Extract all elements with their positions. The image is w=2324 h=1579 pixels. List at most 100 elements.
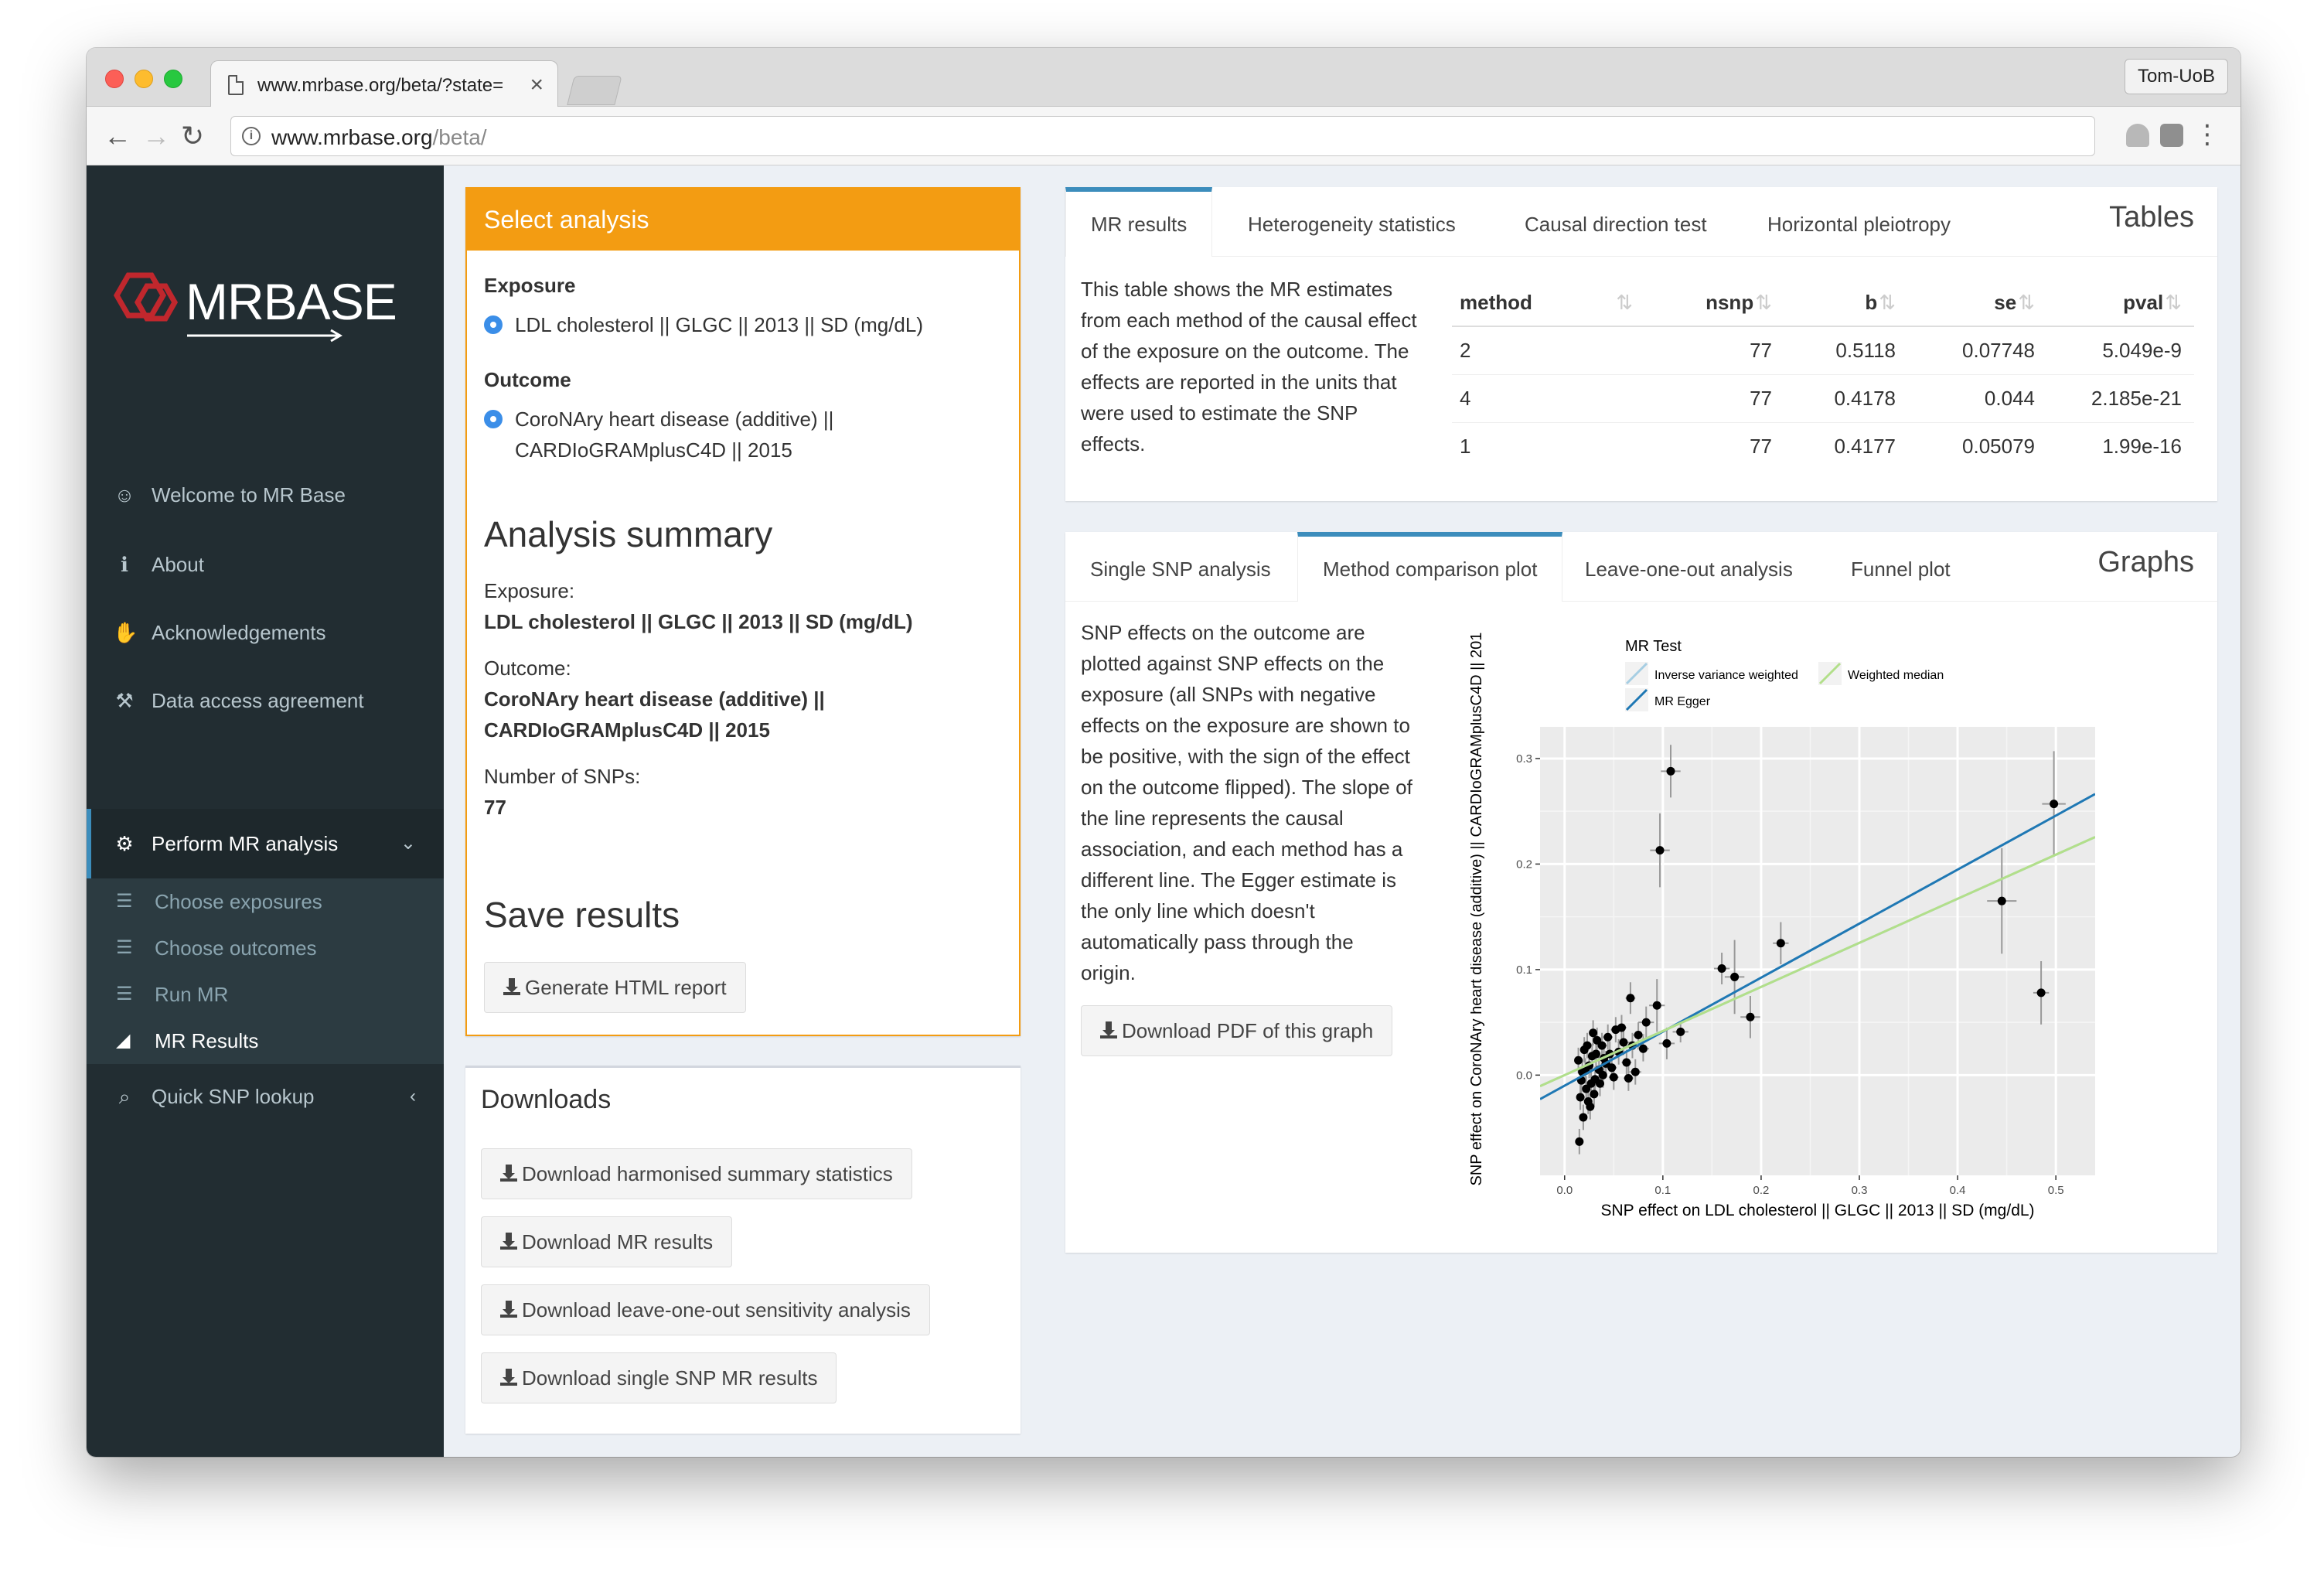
- y-tick-label: 0.2: [1516, 858, 1532, 871]
- y-tick-label: 0.1: [1516, 963, 1532, 977]
- gavel-icon: ⚒: [115, 689, 134, 712]
- description-line: plotted against SNP effects on the: [1081, 652, 1385, 675]
- browser-menu-icon[interactable]: ⋮: [2194, 119, 2220, 150]
- browser-window: www.mrbase.org/beta/?state= × Tom-UoB ← …: [87, 48, 2241, 1457]
- column-header-pval[interactable]: pval⇅: [2047, 280, 2194, 327]
- sidebar-item-run-mr[interactable]: ☰ Run MR: [87, 971, 444, 1018]
- table-cell: 0.05079: [1908, 421, 2047, 470]
- tab-method-comparison[interactable]: Method comparison plot: [1297, 532, 1563, 602]
- data-point: [1589, 1028, 1598, 1038]
- back-arrow-icon[interactable]: ←: [104, 121, 131, 152]
- data-point: [2050, 800, 2059, 809]
- column-header-method[interactable]: method ⇅: [1452, 280, 1645, 327]
- outcome-option-line2[interactable]: CARDIoGRAMplusC4D || 2015: [515, 435, 792, 466]
- outcome-option-line1[interactable]: CoroNAry heart disease (additive) ||: [515, 404, 833, 435]
- browser-tab[interactable]: www.mrbase.org/beta/?state= ×: [210, 60, 558, 108]
- button-label: Download leave-one-out sensitivity analy…: [522, 1298, 911, 1322]
- generate-report-button[interactable]: Generate HTML report: [484, 962, 746, 1013]
- tables-title: Tables: [2109, 201, 2194, 234]
- sidebar-item-data-access[interactable]: ⚒ Data access agreement: [87, 670, 444, 732]
- address-bar[interactable]: i www.mrbase.org/beta/: [230, 116, 2095, 156]
- mr-base-logo[interactable]: MRBASE: [105, 266, 399, 343]
- cloud-extension-icon[interactable]: [2126, 124, 2149, 147]
- download-icon: [500, 1369, 517, 1386]
- forward-arrow-icon[interactable]: →: [142, 121, 170, 152]
- exposure-radio[interactable]: [484, 315, 503, 334]
- table-cell: 5.049e-9: [2047, 326, 2194, 374]
- reload-icon[interactable]: ↻: [181, 121, 204, 152]
- close-window-button[interactable]: [105, 70, 124, 88]
- button-label: Download single SNP MR results: [522, 1366, 818, 1390]
- download-pdf-button[interactable]: Download PDF of this graph: [1081, 1005, 1393, 1056]
- sidebar-item-acknowledgements[interactable]: ✋ Acknowledgements: [87, 602, 444, 663]
- info-icon[interactable]: i: [242, 127, 261, 145]
- description-line: automatically pass through the: [1081, 930, 1354, 953]
- download-icon: [500, 1301, 517, 1318]
- column-label: pval: [2123, 291, 2164, 314]
- data-point: [1638, 1044, 1648, 1053]
- sidebar-item-choose-outcomes[interactable]: ☰ Choose outcomes: [87, 925, 444, 971]
- new-tab-button[interactable]: [567, 76, 622, 105]
- table-cell: 77: [1645, 421, 1784, 470]
- x-tick-label: 0.0: [1556, 1184, 1573, 1197]
- data-point: [2036, 988, 2046, 998]
- close-tab-icon[interactable]: ×: [530, 72, 544, 98]
- logo-text: MRBASE: [186, 272, 397, 331]
- y-tick-label: 0.0: [1516, 1069, 1532, 1082]
- tab-mr-results[interactable]: MR results: [1065, 187, 1213, 257]
- data-point: [1662, 1038, 1671, 1048]
- data-point: [1607, 1063, 1617, 1073]
- description-line: from each method of the causal effect: [1081, 309, 1417, 332]
- exposure-label: Exposure: [484, 274, 576, 297]
- table-cell: 4: [1452, 373, 1645, 422]
- tab-funnel-plot[interactable]: Funnel plot: [1826, 532, 1975, 602]
- hexagon-logo-icon: [113, 272, 179, 322]
- column-label: b: [1865, 291, 1878, 314]
- data-point: [1624, 1073, 1633, 1083]
- sidebar-item-about[interactable]: ℹ About: [87, 534, 444, 595]
- download-mr-results-button[interactable]: Download MR results: [481, 1216, 733, 1267]
- search-icon: ⌕: [118, 1085, 131, 1108]
- profile-button[interactable]: Tom-UoB: [2124, 59, 2228, 94]
- zoom-window-button[interactable]: [164, 70, 182, 88]
- tab-heterogeneity[interactable]: Heterogeneity statistics: [1223, 187, 1481, 257]
- description-line: effects on the exposure are shown to: [1081, 714, 1410, 737]
- data-point: [1586, 1079, 1596, 1088]
- description-line: association, and each method has a: [1081, 837, 1403, 861]
- extension-icon[interactable]: [2160, 124, 2183, 147]
- download-icon: [500, 1233, 517, 1250]
- minimize-window-button[interactable]: [135, 70, 153, 88]
- tab-single-snp[interactable]: Single SNP analysis: [1065, 532, 1296, 602]
- sidebar-item-welcome[interactable]: ☺ Welcome to MR Base: [87, 464, 444, 526]
- logo-arrow-icon: [187, 329, 342, 343]
- sidebar-item-perform-mr[interactable]: ⚙ Perform MR analysis ⌄: [87, 809, 444, 878]
- table-cell: 1: [1452, 421, 1645, 470]
- nsnps-label: Number of SNPs:: [484, 765, 641, 788]
- download-leave-one-out-button[interactable]: Download leave-one-out sensitivity analy…: [481, 1284, 930, 1335]
- data-point: [1634, 1030, 1643, 1039]
- sidebar-item-choose-exposures[interactable]: ☰ Choose exposures: [87, 878, 444, 925]
- sidebar-subitem-label: MR Results: [155, 1029, 259, 1052]
- tab-causal-direction[interactable]: Causal direction test: [1500, 187, 1732, 257]
- outcome-radio[interactable]: [484, 410, 503, 428]
- x-axis-title: SNP effect on LDL cholesterol || GLGC ||…: [1600, 1202, 2034, 1219]
- download-harmonised-button[interactable]: Download harmonised summary statistics: [481, 1148, 912, 1199]
- legend-label: MR Egger: [1654, 695, 1711, 708]
- data-point: [1609, 1073, 1618, 1082]
- sliders-icon: ☰: [116, 984, 133, 1004]
- column-label: nsnp: [1706, 291, 1754, 314]
- download-single-snp-button[interactable]: Download single SNP MR results: [481, 1352, 837, 1403]
- mr-results-table: method ⇅ nsnp⇅ b⇅ se⇅ pval⇅ 2 77 0.5118 0…: [1452, 280, 2194, 470]
- description-line: were used to estimate the SNP: [1081, 401, 1358, 425]
- column-header-b[interactable]: b⇅: [1784, 280, 1908, 327]
- column-header-nsnp[interactable]: nsnp⇅: [1645, 280, 1784, 327]
- sort-icon: ⇅: [2018, 291, 2035, 314]
- tab-horizontal-pleiotropy[interactable]: Horizontal pleiotropy: [1743, 187, 1975, 257]
- data-point: [1666, 766, 1675, 776]
- tab-leave-one-out[interactable]: Leave-one-out analysis: [1560, 532, 1818, 602]
- document-icon: [228, 75, 244, 95]
- column-header-se[interactable]: se⇅: [1908, 280, 2047, 327]
- sidebar-item-mr-results[interactable]: ◢ MR Results: [87, 1018, 444, 1064]
- exposure-option[interactable]: LDL cholesterol || GLGC || 2013 || SD (m…: [515, 309, 923, 340]
- sidebar-item-quick-snp[interactable]: ⌕ Quick SNP lookup ‹: [87, 1064, 444, 1129]
